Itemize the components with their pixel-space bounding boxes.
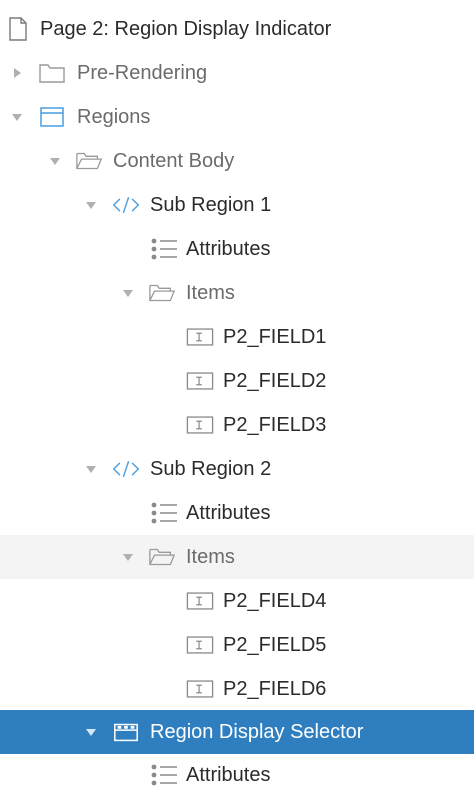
- text-field-icon: [186, 579, 214, 623]
- tree-node-field[interactable]: P2_FIELD1: [0, 315, 474, 359]
- tree-node-label: P2_FIELD5: [223, 634, 327, 656]
- folder-icon: [38, 51, 66, 95]
- tree-node-content-body[interactable]: Content Body: [0, 139, 474, 183]
- collapse-arrow-icon[interactable]: [46, 139, 64, 183]
- collapse-arrow-icon[interactable]: [8, 95, 26, 139]
- tree-node-label: Attributes: [186, 502, 271, 524]
- code-icon: [112, 447, 140, 491]
- tree-node-label: Pre-Rendering: [77, 62, 208, 84]
- attributes-list-icon: [150, 227, 178, 271]
- collapse-arrow-icon[interactable]: [119, 271, 137, 315]
- text-field-icon: [186, 623, 214, 667]
- tree-node-label: Page 2: Region Display Indicator: [40, 18, 332, 40]
- tree-node-pre-rendering[interactable]: Pre-Rendering: [0, 51, 474, 95]
- tree-node-field[interactable]: P2_FIELD5: [0, 623, 474, 667]
- tree-node-regions[interactable]: Regions: [0, 95, 474, 139]
- tree-node-region-display-selector[interactable]: Region Display Selector: [0, 710, 474, 754]
- tree-node-attributes[interactable]: Attributes: [0, 753, 474, 797]
- tree-node-field[interactable]: P2_FIELD2: [0, 359, 474, 403]
- tree-node-attributes[interactable]: Attributes: [0, 227, 474, 271]
- folder-open-icon: [148, 535, 176, 579]
- tree-node-sub-region-2[interactable]: Sub Region 2: [0, 447, 474, 491]
- tree-node-attributes[interactable]: Attributes: [0, 491, 474, 535]
- text-field-icon: [186, 359, 214, 403]
- tree-node-label: Sub Region 1: [150, 194, 272, 216]
- page-icon: [4, 7, 32, 51]
- tree-node-label: Sub Region 2: [150, 458, 272, 480]
- tree-node-label: Items: [186, 546, 235, 568]
- tree-node-items[interactable]: Items: [0, 271, 474, 315]
- tree-node-label: Attributes: [186, 764, 271, 786]
- tree-node-field[interactable]: P2_FIELD4: [0, 579, 474, 623]
- collapse-arrow-icon[interactable]: [82, 710, 100, 754]
- text-field-icon: [186, 667, 214, 711]
- tree-node-label: P2_FIELD4: [223, 590, 327, 612]
- collapse-arrow-icon[interactable]: [82, 183, 100, 227]
- tree-node-sub-region-1[interactable]: Sub Region 1: [0, 183, 474, 227]
- folder-open-icon: [148, 271, 176, 315]
- tree-node-label: Region Display Selector: [150, 721, 364, 743]
- tree-node-label: Attributes: [186, 238, 271, 260]
- tree-node-label: Content Body: [113, 150, 235, 172]
- attributes-list-icon: [150, 753, 178, 797]
- tree-node-items[interactable]: Items: [0, 535, 474, 579]
- region-selector-icon: [112, 710, 140, 754]
- tree-node-label: P2_FIELD6: [223, 678, 327, 700]
- collapse-arrow-icon[interactable]: [119, 535, 137, 579]
- tree-node-page[interactable]: Page 2: Region Display Indicator: [0, 7, 474, 51]
- tree-node-label: Regions: [77, 106, 151, 128]
- text-field-icon: [186, 315, 214, 359]
- tree-node-label: P2_FIELD3: [223, 414, 327, 436]
- tree-node-label: Items: [186, 282, 235, 304]
- text-field-icon: [186, 403, 214, 447]
- tree-node-label: P2_FIELD2: [223, 370, 327, 392]
- tree-node-field[interactable]: P2_FIELD3: [0, 403, 474, 447]
- page-tree: Page 2: Region Display Indicator Pre-Ren…: [0, 0, 474, 799]
- expand-arrow-icon[interactable]: [8, 51, 26, 95]
- collapse-arrow-icon[interactable]: [82, 447, 100, 491]
- attributes-list-icon: [150, 491, 178, 535]
- folder-open-icon: [75, 139, 103, 183]
- code-icon: [112, 183, 140, 227]
- tree-node-field[interactable]: P2_FIELD6: [0, 667, 474, 711]
- tree-node-label: P2_FIELD1: [223, 326, 327, 348]
- region-icon: [38, 95, 66, 139]
